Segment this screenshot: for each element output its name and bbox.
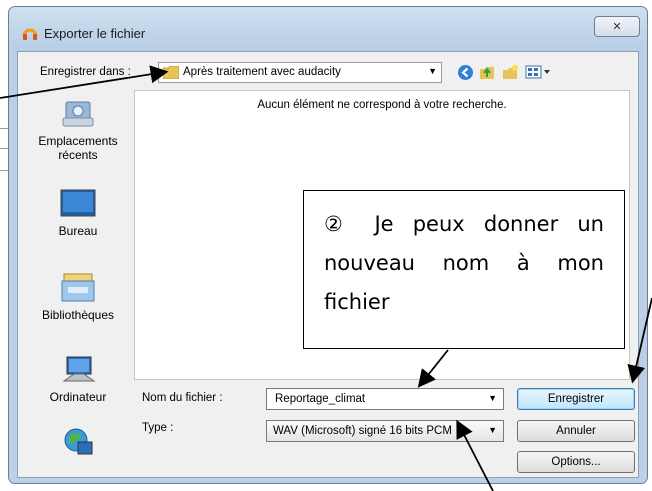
new-folder-icon[interactable] <box>500 62 520 82</box>
place-computer[interactable]: Ordinateur <box>22 354 134 404</box>
places-bar: Emplacements récents Bureau Bibliothèque… <box>22 90 134 470</box>
network-icon <box>60 426 96 458</box>
background-fragment <box>0 128 8 129</box>
back-icon[interactable] <box>455 62 475 82</box>
computer-icon <box>60 354 96 386</box>
empty-message: Aucun élément ne correspond à votre rech… <box>257 99 507 111</box>
filename-value: Reportage_climat <box>275 393 366 405</box>
place-label: Bureau <box>58 224 98 238</box>
background-fragment <box>0 148 8 149</box>
save-button[interactable]: Enregistrer <box>517 388 635 410</box>
audacity-app-icon <box>22 28 38 40</box>
cancel-button[interactable]: Annuler <box>517 420 635 442</box>
chevron-down-icon[interactable]: ▼ <box>488 393 497 403</box>
background-fragment <box>0 170 8 171</box>
close-icon: ✕ <box>612 21 622 33</box>
desktop-icon <box>60 188 96 220</box>
chevron-down-icon: ▼ <box>488 425 497 435</box>
place-label: Ordinateur <box>49 390 107 404</box>
place-desktop[interactable]: Bureau <box>22 188 134 238</box>
place-recent[interactable]: Emplacements récents <box>22 98 134 162</box>
filename-input[interactable]: Reportage_climat ▼ <box>266 388 504 410</box>
place-label: Bibliothèques <box>41 308 115 322</box>
view-menu-icon[interactable] <box>523 62 553 82</box>
filetype-select[interactable]: WAV (Microsoft) signé 16 bits PCM ▼ <box>266 420 504 442</box>
place-label: Emplacements récents <box>38 134 118 162</box>
title-bar[interactable]: Exporter le fichier ✕ <box>9 7 647 51</box>
window-title: Exporter le fichier <box>44 26 146 41</box>
filetype-label: Type : <box>142 422 174 434</box>
place-network[interactable] <box>22 426 134 462</box>
filetype-value: WAV (Microsoft) signé 16 bits PCM <box>273 425 452 437</box>
place-libraries[interactable]: Bibliothèques <box>22 272 134 322</box>
save-in-dropdown[interactable]: Après traitement avec audacity ▼ <box>158 62 442 83</box>
save-in-value: Après traitement avec audacity <box>183 66 341 78</box>
chevron-down-icon: ▼ <box>428 66 437 76</box>
options-button[interactable]: Options... <box>517 451 635 473</box>
filename-label: Nom du fichier : <box>142 392 223 404</box>
annotation-callout: ② Je peux donner un nouveau nom à mon fi… <box>303 190 625 349</box>
save-in-label: Enregistrer dans : <box>40 66 131 78</box>
close-button[interactable]: ✕ <box>594 16 640 37</box>
folder-icon <box>163 66 179 79</box>
recent-places-icon <box>60 98 96 130</box>
libraries-icon <box>60 272 96 304</box>
up-folder-icon[interactable] <box>477 62 497 82</box>
